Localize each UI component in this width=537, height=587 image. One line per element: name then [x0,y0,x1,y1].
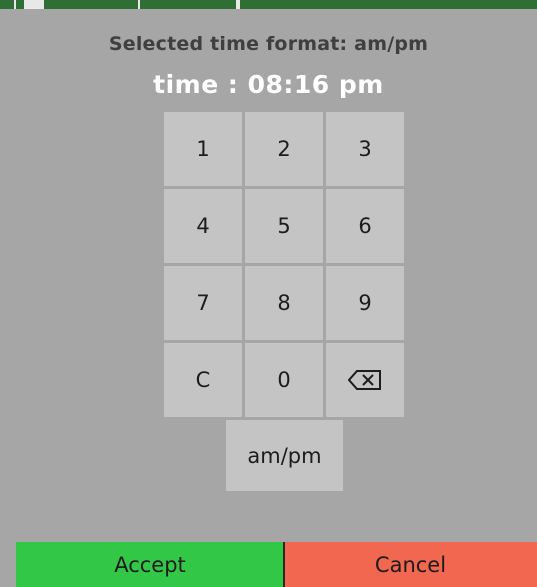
background-tab [24,0,44,9]
key-5[interactable]: 5 [245,189,323,263]
background-tab-edge [138,0,140,9]
background-window-strip [0,0,537,9]
backspace-key[interactable] [326,343,404,417]
clear-key[interactable]: C [164,343,242,417]
accept-button[interactable]: Accept [16,542,284,587]
key-0[interactable]: 0 [245,343,323,417]
cancel-button[interactable]: Cancel [284,542,537,587]
background-tab-edge [14,0,16,9]
key-3[interactable]: 3 [326,112,404,186]
key-8[interactable]: 8 [245,266,323,340]
key-6[interactable]: 6 [326,189,404,263]
key-4[interactable]: 4 [164,189,242,263]
background-tab-edge [236,0,240,9]
footer-divider [283,542,285,587]
key-1[interactable]: 1 [164,112,242,186]
time-display: time : 08:16 pm [153,70,384,99]
ampm-toggle-button[interactable]: am/pm [226,420,343,491]
key-7[interactable]: 7 [164,266,242,340]
footer-left-margin [0,542,16,587]
key-2[interactable]: 2 [245,112,323,186]
key-9[interactable]: 9 [326,266,404,340]
time-format-label: Selected time format: am/pm [108,33,429,55]
backspace-icon [348,370,382,390]
